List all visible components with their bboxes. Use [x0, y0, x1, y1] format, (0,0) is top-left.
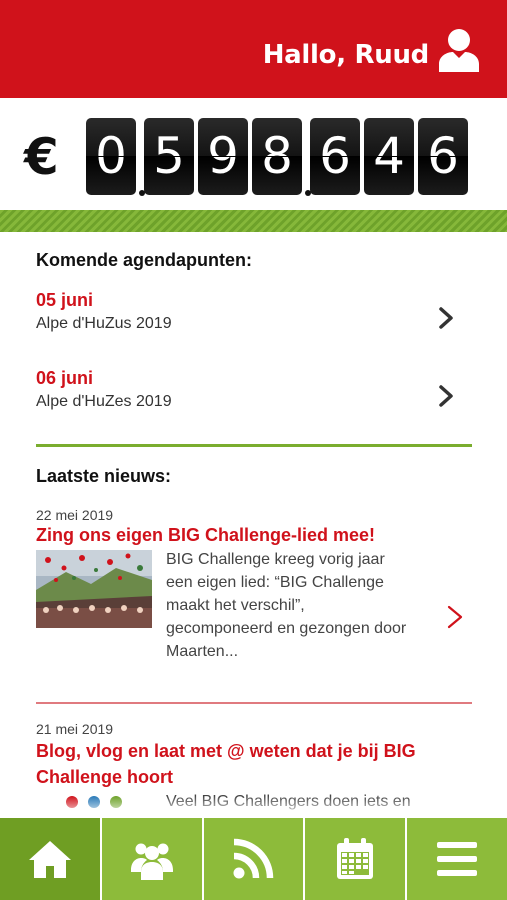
- greeting-text: Hallo, Ruud: [262, 40, 430, 70]
- agenda-date: 06 juni: [36, 368, 94, 388]
- news-thumbnail[interactable]: [36, 550, 152, 628]
- tab-menu[interactable]: [407, 818, 507, 900]
- bottom-tab-bar: [0, 818, 507, 900]
- green-divider-stripe: [0, 210, 507, 232]
- news-excerpt: BIG Challenge kreeg vorig jaar een eigen…: [166, 548, 426, 663]
- counter-digit: 6: [310, 118, 360, 195]
- home-icon: [28, 841, 71, 878]
- news-excerpt-line: Maarten...: [166, 643, 239, 660]
- news-headline[interactable]: Zing ons eigen BIG Challenge-lied mee!: [36, 522, 476, 548]
- app-header: Hallo, Ruud: [0, 0, 507, 98]
- news-excerpt-line: gecomponeerd en gezongen door: [166, 620, 407, 637]
- agenda-section-title: Komende agendapunten:: [36, 250, 253, 270]
- thousands-separator: [139, 190, 145, 196]
- counter-digits: 0 5 9 8 6 4 6: [86, 118, 472, 195]
- donation-counter: € 0 5 9 8 6 4 6: [0, 98, 507, 210]
- news-excerpt-line: maakt het verschil”,: [166, 597, 305, 614]
- section-divider: [36, 444, 472, 447]
- tab-news-feed[interactable]: [203, 818, 306, 900]
- news-excerpt-line: een eigen lied: “BIG Challenge: [166, 574, 384, 591]
- counter-digit: 8: [252, 118, 302, 195]
- news-divider: [36, 702, 472, 704]
- chevron-right-icon[interactable]: [436, 306, 456, 330]
- news-date: 22 mei 2019: [36, 507, 114, 523]
- chevron-right-icon[interactable]: [436, 384, 456, 408]
- counter-digit: 9: [198, 118, 248, 195]
- counter-digit: 4: [364, 118, 414, 195]
- scroll-fade: [0, 796, 507, 818]
- chevron-right-icon[interactable]: [446, 604, 464, 630]
- tab-groups[interactable]: [101, 818, 204, 900]
- counter-digit: 5: [144, 118, 194, 195]
- news-headline[interactable]: Blog, vlog en laat met @ weten dat je bi…: [36, 738, 476, 790]
- calendar-icon: [337, 838, 374, 879]
- menu-icon: [437, 842, 478, 876]
- agenda-item[interactable]: 05 juni Alpe d'HuZus 2019: [36, 290, 466, 346]
- thousands-separator: [305, 190, 311, 196]
- user-icon[interactable]: [439, 28, 479, 72]
- currency-symbol: €: [24, 128, 59, 186]
- agenda-item[interactable]: 06 juni Alpe d'HuZes 2019: [36, 368, 466, 424]
- tab-calendar[interactable]: [305, 818, 408, 900]
- news-excerpt-line: BIG Challenge kreeg vorig jaar: [166, 551, 385, 568]
- counter-digit: 6: [418, 118, 468, 195]
- agenda-label: Alpe d'HuZus 2019: [36, 315, 172, 332]
- agenda-label: Alpe d'HuZes 2019: [36, 393, 172, 410]
- news-date: 21 mei 2019: [36, 721, 114, 737]
- counter-digit: 0: [86, 118, 136, 195]
- tab-home[interactable]: [0, 818, 102, 900]
- group-icon: [130, 843, 173, 880]
- rss-icon: [233, 838, 274, 879]
- agenda-date: 05 juni: [36, 290, 94, 310]
- news-section-title: Laatste nieuws:: [36, 466, 172, 486]
